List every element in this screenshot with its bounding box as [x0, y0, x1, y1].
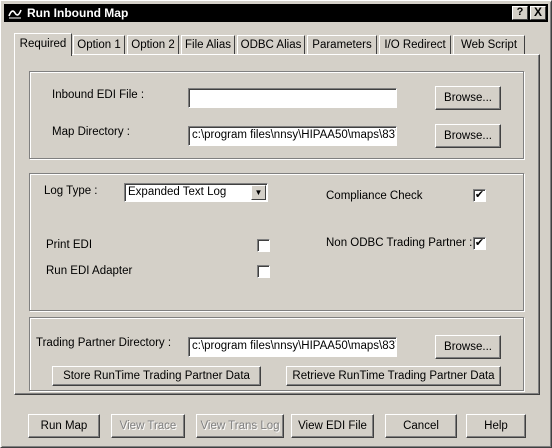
tab-odbc-alias[interactable]: ODBC Alias	[237, 35, 305, 55]
map-directory-browse-button[interactable]: Browse...	[435, 124, 501, 148]
log-type-select[interactable]: Expanded Text Log ▼	[124, 183, 268, 202]
retrieve-trading-partner-data-button[interactable]: Retrieve RunTime Trading Partner Data	[286, 366, 501, 386]
view-trace-button[interactable]: View Trace	[111, 414, 185, 438]
tab-required[interactable]: Required	[14, 33, 72, 56]
cancel-button[interactable]: Cancel	[385, 414, 457, 438]
inbound-browse-button[interactable]: Browse...	[435, 86, 501, 110]
close-title-button[interactable]: X	[530, 6, 546, 20]
run-edi-adapter-label: Run EDI Adapter	[46, 265, 133, 277]
view-trans-log-button[interactable]: View Trans Log	[196, 414, 284, 438]
non-odbc-trading-partner-checkbox[interactable]: ✔	[473, 237, 486, 250]
trading-partner-group: Trading Partner Directory : c:\program f…	[29, 317, 524, 391]
title-bar[interactable]: Run Inbound Map ? X	[4, 4, 548, 22]
trading-partner-directory-input[interactable]: c:\program files\nnsy\HIPAA50\maps\837	[188, 337, 397, 357]
run-inbound-map-dialog: Run Inbound Map ? X Required Option 1 Op…	[0, 0, 552, 448]
tab-web-script[interactable]: Web Script	[453, 35, 525, 55]
help-title-button[interactable]: ?	[512, 6, 528, 20]
run-map-button[interactable]: Run Map	[28, 414, 100, 438]
help-button[interactable]: Help	[466, 414, 526, 438]
inbound-edi-file-label: Inbound EDI File :	[52, 89, 145, 101]
file-group: Inbound EDI File : Browse... Map Directo…	[29, 71, 524, 159]
options-group: Log Type : Expanded Text Log ▼ Complianc…	[29, 173, 524, 311]
map-directory-input[interactable]: c:\program files\nnsy\HIPAA50\maps\837	[188, 126, 397, 146]
store-trading-partner-data-button[interactable]: Store RunTime Trading Partner Data	[52, 366, 261, 386]
tab-option-2[interactable]: Option 2	[127, 35, 179, 55]
tab-option-1[interactable]: Option 1	[73, 35, 125, 55]
print-edi-label: Print EDI	[46, 239, 93, 251]
chevron-down-icon[interactable]: ▼	[251, 185, 266, 200]
map-directory-label: Map Directory :	[52, 126, 130, 138]
log-type-value: Expanded Text Log	[128, 186, 227, 198]
tab-io-redirect[interactable]: I/O Redirect	[379, 35, 451, 55]
trading-partner-browse-button[interactable]: Browse...	[435, 335, 501, 359]
view-edi-file-button[interactable]: View EDI File	[291, 414, 374, 438]
print-edi-checkbox[interactable]	[257, 239, 270, 252]
tab-file-alias[interactable]: File Alias	[181, 35, 235, 55]
compliance-check-checkbox[interactable]: ✔	[473, 189, 486, 202]
run-edi-adapter-checkbox[interactable]	[257, 265, 270, 278]
window-title: Run Inbound Map	[27, 6, 129, 20]
tab-parameters[interactable]: Parameters	[307, 35, 377, 55]
app-icon	[8, 9, 22, 19]
non-odbc-trading-partner-label: Non ODBC Trading Partner :	[326, 237, 473, 249]
compliance-check-label: Compliance Check	[326, 190, 423, 202]
required-tab-page: Inbound EDI File : Browse... Map Directo…	[14, 54, 540, 395]
inbound-edi-file-input[interactable]	[188, 88, 397, 108]
log-type-label: Log Type :	[44, 185, 98, 197]
trading-partner-directory-label: Trading Partner Directory :	[36, 337, 172, 349]
tab-strip: Required Option 1 Option 2 File Alias OD…	[14, 33, 540, 56]
